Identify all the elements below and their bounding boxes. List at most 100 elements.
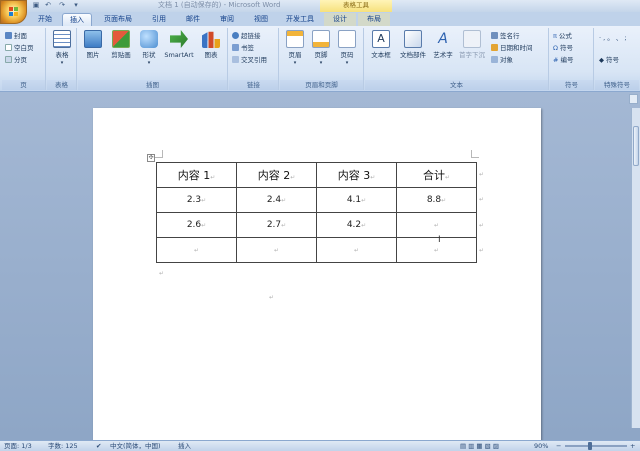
table-header-cell[interactable]: 合计↵ [396,162,477,188]
group-header-footer: 页眉 ▾ 页脚 ▾ 页码 ▾ 页眉和页脚 [280,28,364,90]
tab-view[interactable]: 视图 [246,13,276,26]
status-words[interactable]: 字数: 125 [48,441,78,451]
redo-icon[interactable]: ↷ [58,1,66,9]
table-move-handle-icon[interactable]: ✣ [147,154,155,162]
status-language[interactable]: 中文(简体，中国) [110,441,161,451]
picture-button[interactable]: 图片 [82,30,104,60]
bookmark-button[interactable]: 书签 [232,44,254,53]
quickparts-icon [404,30,422,48]
group-links: 超链接 书签 交叉引用 链接 [229,28,279,90]
blank-page-icon [5,44,12,51]
hyperlink-icon [232,32,239,39]
dropcap-icon [463,30,481,48]
footer-button[interactable]: 页脚 ▾ [310,30,332,66]
table-cell[interactable]: ↵ [396,237,477,263]
special-symbol-icon: ◆ [599,56,604,64]
scrollbar-thumb[interactable] [633,126,639,166]
clipart-button[interactable]: 剪贴画 [108,30,134,60]
header-button[interactable]: 页眉 ▾ [284,30,306,66]
table-button[interactable]: 表格 ▾ [51,30,73,66]
tab-insert[interactable]: 插入 [62,13,92,26]
table-header-cell[interactable]: 内容 3↵ [316,162,397,188]
save-icon[interactable]: ▣ [32,1,40,9]
blank-page-button[interactable]: 空白页 [5,44,34,53]
table-cell[interactable]: 2.6↵ [156,212,237,238]
special-symbol-grid[interactable]: · , 。 、 ; [599,34,627,43]
date-time-button[interactable]: 日期和时间 [491,44,533,53]
status-zoom[interactable]: 90% [534,441,548,451]
tab-mailings[interactable]: 邮件 [178,13,208,26]
status-page[interactable]: 页面: 1/3 [4,441,32,451]
cover-page-button[interactable]: 封面 [5,32,27,41]
textbox-icon: A [372,30,390,48]
table-header-cell[interactable]: 内容 2↵ [236,162,317,188]
smartart-button[interactable]: SmartArt [162,30,196,60]
document-table[interactable]: 内容 1↵ 内容 2↵ 内容 3↵ 合计↵ 2.3↵ 2.4↵ 4.1↵ 8.8… [156,162,477,263]
chart-button[interactable]: 图表 [200,30,222,60]
table-header-row: 内容 1↵ 内容 2↵ 内容 3↵ 合计↵ [156,162,477,188]
ribbon: 封面 空白页 分页 页 表格 ▾ 表格 图片 剪贴画 形状 ▾ SmartArt [0,26,640,92]
page-number-button[interactable]: 页码 ▾ [336,30,358,66]
document-workspace: ✣ 内容 1↵ 内容 2↵ 内容 3↵ 合计↵ 2.3↵ 2.4↵ 4.1↵ 8… [0,92,640,448]
status-bar: 页面: 1/3 字数: 125 ✔ 中文(简体，中国) 插入 ▤ ▥ ▦ ▧ ▨… [0,440,640,451]
page-break-button[interactable]: 分页 [5,56,27,65]
table-cell[interactable]: 2.3↵ [156,187,237,213]
table-cell[interactable]: 4.2↵ [316,212,397,238]
table-cell[interactable]: ↵ [236,237,317,263]
table-cell[interactable]: ↵ [156,237,237,263]
object-button[interactable]: 对象 [491,56,513,65]
signature-line-button[interactable]: 签名行 [491,32,520,41]
table-header-cell[interactable]: 内容 1↵ [156,162,237,188]
zoom-slider-knob[interactable] [588,442,592,450]
ruler-toggle[interactable] [629,94,638,104]
hyperlink-button[interactable]: 超链接 [232,32,261,41]
group-label-links: 链接 [229,80,278,90]
tab-review[interactable]: 审阅 [212,13,242,26]
table-icon [53,30,71,48]
symbol-button[interactable]: Ω 符号 [553,44,573,53]
zoom-out-icon[interactable]: − [556,441,561,451]
vertical-scrollbar[interactable] [631,108,640,428]
omega-icon: Ω [553,44,558,52]
number-button[interactable]: # 编号 [553,56,573,65]
group-label-special-symbols: 特殊符号 [595,80,639,90]
group-illustrations: 图片 剪贴画 形状 ▾ SmartArt 图表 插图 [78,28,228,90]
tab-home[interactable]: 开始 [30,13,60,26]
qat-customize-icon[interactable]: ▾ [72,1,80,9]
view-buttons-icon[interactable]: ▤ ▥ ▦ ▧ ▨ [460,441,499,451]
group-text: A 文本框 文档部件 A 艺术字 首字下沉 签名行 日期和时间 对象 文本 [365,28,549,90]
special-symbol-button[interactable]: ◆ 符号 [599,56,619,65]
quickparts-button[interactable]: 文档部件 [397,30,429,60]
proofing-icon[interactable]: ✔ [96,441,101,451]
shapes-button[interactable]: 形状 ▾ [138,30,160,66]
cover-page-icon [5,32,12,39]
table-cell[interactable]: 2.7↵ [236,212,317,238]
zoom-slider[interactable] [565,445,627,447]
undo-icon[interactable]: ↶ [44,1,52,9]
table-row: 2.6↵ 2.7↵ 4.2↵ ↵ [156,212,477,238]
status-mode[interactable]: 插入 [178,441,191,451]
equation-button[interactable]: π 公式 [553,32,572,41]
tab-layout[interactable]: 布局 [358,13,390,26]
table-cell[interactable]: ↵ [316,237,397,263]
textbox-button[interactable]: A 文本框 [369,30,393,60]
table-cell[interactable]: ↵ [396,212,477,238]
table-cell[interactable]: 4.1↵ [316,187,397,213]
zoom-in-icon[interactable]: + [630,441,635,451]
table-cell[interactable]: 8.8↵ [396,187,477,213]
document-page[interactable]: ✣ 内容 1↵ 内容 2↵ 内容 3↵ 合计↵ 2.3↵ 2.4↵ 4.1↵ 8… [93,108,541,448]
cross-reference-button[interactable]: 交叉引用 [232,56,267,65]
group-pages: 封面 空白页 分页 页 [2,28,46,90]
group-label-symbols: 符号 [550,80,593,90]
tab-developer[interactable]: 开发工具 [280,13,320,26]
paragraph-mark: ↵ [159,270,165,277]
wordart-button[interactable]: A 艺术字 [431,30,455,60]
row-end-mark: ↵ [479,196,485,203]
office-button[interactable] [0,0,27,24]
group-label-illustrations: 插图 [78,80,227,90]
tab-references[interactable]: 引用 [144,13,174,26]
table-cell[interactable]: 2.4↵ [236,187,317,213]
tab-page-layout[interactable]: 页面布局 [96,13,140,26]
tab-design[interactable]: 设计 [324,13,356,26]
dropcap-button[interactable]: 首字下沉 [457,30,487,60]
